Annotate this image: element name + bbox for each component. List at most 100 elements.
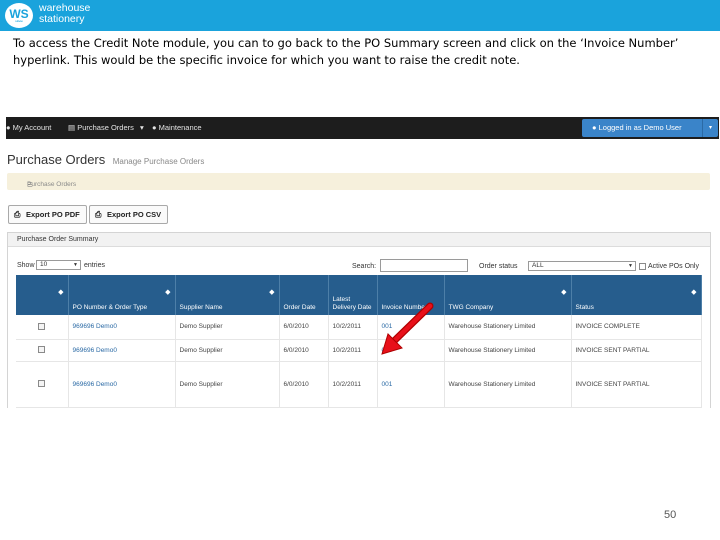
nav-maintenance[interactable]: ● Maintenance — [152, 122, 202, 133]
table-row: 969696 Demo0 Demo Supplier 6/0/2010 10/2… — [16, 315, 702, 340]
status-cell: INVOICE COMPLETE — [571, 315, 702, 340]
column-label: Order Date — [283, 304, 316, 311]
logged-in-user-button[interactable]: ● Logged in as Demo User ▾ — [582, 119, 718, 137]
column-header-status[interactable]: Status ◆ — [571, 275, 702, 315]
company-cell: Warehouse Stationery Limited — [444, 315, 572, 340]
table-row: 969696 Demo0 Demo Supplier 6/0/2010 10/2… — [16, 339, 702, 362]
sort-icon[interactable]: ◆ — [58, 289, 63, 297]
row-checkbox-cell — [16, 315, 69, 340]
sort-icon[interactable]: ◆ — [691, 289, 696, 297]
delivery-date-cell: 10/2/2011 — [328, 339, 378, 362]
column-header-order-date[interactable]: Order Date — [279, 275, 329, 315]
supplier-cell: Demo Supplier — [175, 315, 280, 340]
po-number-cell: 969696 Demo0 — [68, 339, 176, 362]
export-csv-button[interactable]: ⎙ Export PO CSV — [89, 205, 168, 224]
order-status-select[interactable]: ALL ▼ — [528, 261, 636, 271]
logo-subtext: since — [15, 19, 23, 23]
column-label: Status — [575, 304, 594, 311]
column-label: Supplier Name — [179, 304, 223, 311]
order-status-value: ALL — [532, 262, 544, 269]
column-header-select: ◆ — [16, 275, 69, 315]
table-row: 969696 Demo0 Demo Supplier 6/0/2010 10/2… — [16, 361, 702, 408]
entries-label: entries — [84, 262, 106, 269]
panel-title: Purchase Order Summary — [17, 236, 99, 243]
invoice-number-link[interactable]: 001 — [382, 381, 393, 388]
order-date-cell: 6/0/2010 — [279, 361, 329, 408]
po-number-link[interactable]: 969696 Demo0 — [73, 347, 117, 354]
supplier-cell: Demo Supplier — [175, 339, 280, 362]
search-input[interactable] — [380, 259, 468, 272]
order-date-cell: 6/0/2010 — [279, 315, 329, 340]
user-button-text: Logged in as Demo User — [598, 123, 682, 132]
red-arrow-annotation — [381, 302, 434, 355]
show-label: Show — [17, 262, 35, 269]
row-checkbox-cell — [16, 361, 69, 408]
brand-bar: WS since warehouse stationery — [0, 0, 720, 31]
row-checkbox[interactable] — [38, 323, 46, 331]
search-label: Search: — [352, 263, 377, 270]
po-number-link[interactable]: 969696 Demo0 — [73, 381, 117, 388]
nav-purchase-orders[interactable]: ▤ Purchase Orders ▾ — [68, 122, 144, 133]
user-icon: ● — [592, 123, 597, 132]
status-cell: INVOICE SENT PARTIAL — [571, 339, 702, 362]
po-number-cell: 969696 Demo0 — [68, 315, 176, 340]
top-navbar: ● My Account ▤ Purchase Orders ▾ ● Maint… — [6, 117, 719, 139]
column-header-supplier[interactable]: Supplier Name ◆ — [175, 275, 280, 315]
supplier-cell: Demo Supplier — [175, 361, 280, 408]
breadcrumb-label: Purchase Orders — [27, 181, 77, 188]
column-label: TWG Company — [448, 304, 494, 311]
active-pos-checkbox[interactable] — [639, 263, 646, 270]
nav-my-account-label: My Account — [12, 123, 52, 132]
active-pos-label: Active POs Only — [648, 263, 699, 270]
document-icon: ▤ — [68, 123, 76, 132]
company-cell: Warehouse Stationery Limited — [444, 361, 572, 408]
page-number: 50 — [664, 509, 677, 521]
export-pdf-button[interactable]: ⎙ Export PO PDF — [8, 205, 87, 224]
table-header-row: ◆ PO Number & Order Type ◆ Supplier Name ◆… — [16, 275, 702, 315]
column-header-twg-company[interactable]: TWG Company ◆ — [444, 275, 572, 315]
page-subtitle: Manage Purchase Orders — [112, 157, 205, 166]
column-header-delivery-date[interactable]: Latest Delivery Date — [328, 275, 378, 315]
page-heading: Purchase Orders Manage Purchase Orders — [7, 151, 204, 169]
breadcrumb: ☰ Purchase Orders — [7, 173, 710, 190]
brand-name-line2: stationery — [39, 13, 85, 25]
column-label: Latest Delivery Date — [332, 296, 372, 311]
nav-purchase-orders-label: Purchase Orders — [77, 123, 134, 132]
user-icon: ● — [152, 123, 157, 132]
chevron-down-icon: ▼ — [73, 262, 78, 268]
column-label: PO Number & Order Type — [72, 304, 148, 311]
printer-icon: ⎙ — [14, 210, 21, 219]
show-entries-select[interactable]: 10 ▼ — [36, 260, 81, 270]
printer-icon: ⎙ — [95, 210, 102, 219]
user-icon: ● — [6, 123, 11, 132]
export-pdf-label: Export PO PDF — [26, 210, 80, 219]
nav-my-account[interactable]: ● My Account — [6, 122, 51, 133]
arrow-shaft — [390, 303, 433, 345]
po-number-cell: 969696 Demo0 — [68, 361, 176, 408]
row-checkbox[interactable] — [38, 346, 46, 354]
show-entries-value: 10 — [40, 261, 48, 268]
order-status-label: Order status — [479, 263, 518, 270]
sort-icon[interactable]: ◆ — [561, 289, 566, 297]
user-button-label: ● Logged in as Demo User — [592, 123, 682, 133]
row-checkbox-cell — [16, 339, 69, 362]
delivery-date-cell: 10/2/2011 — [328, 315, 378, 340]
app-screenshot: ● My Account ▤ Purchase Orders ▾ ● Maint… — [6, 117, 719, 408]
order-date-cell: 6/0/2010 — [279, 339, 329, 362]
ws-logo: WS since — [5, 3, 33, 28]
row-checkbox[interactable] — [38, 380, 46, 388]
sort-icon[interactable]: ◆ — [165, 289, 170, 297]
sort-icon[interactable]: ◆ — [269, 289, 274, 297]
status-cell: INVOICE SENT PARTIAL — [571, 361, 702, 408]
chevron-down-icon[interactable]: ▾ — [702, 119, 718, 137]
brand-name: warehouse stationery — [39, 3, 90, 25]
company-cell: Warehouse Stationery Limited — [444, 339, 572, 362]
column-header-po-number[interactable]: PO Number & Order Type ◆ — [68, 275, 176, 315]
export-csv-label: Export PO CSV — [107, 210, 162, 219]
page-title: Purchase Orders — [7, 152, 106, 167]
chevron-down-icon: ▾ — [139, 123, 144, 132]
po-number-link[interactable]: 969696 Demo0 — [73, 323, 117, 330]
po-summary-table: ◆ PO Number & Order Type ◆ Supplier Name ◆… — [16, 275, 702, 408]
invoice-number-cell: 001 — [377, 361, 445, 408]
slide-caption: To access the Credit Note module, you ca… — [13, 36, 679, 67]
